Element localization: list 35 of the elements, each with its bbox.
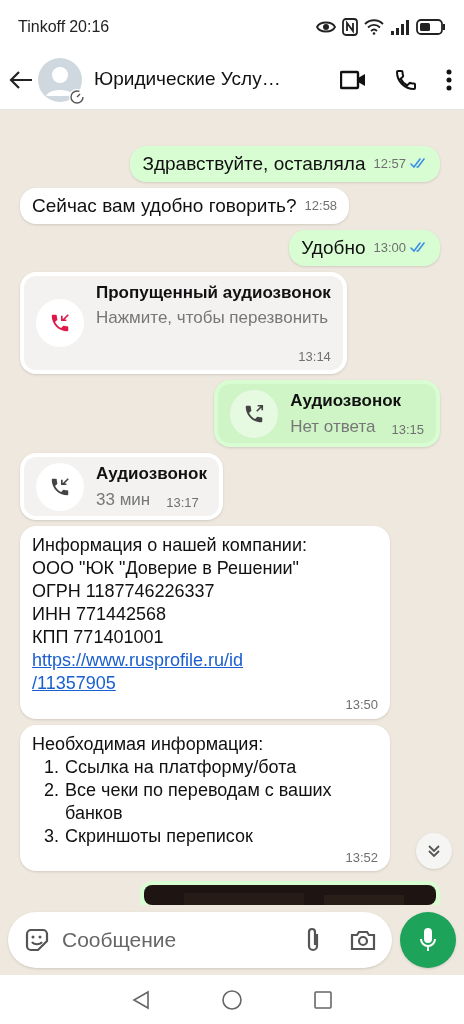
message-time: 12:57	[373, 155, 406, 173]
list-item: Скриншоты переписок	[65, 824, 253, 848]
message-line: ИНН 771442568	[32, 603, 168, 626]
clock-time: 20:16	[69, 17, 110, 37]
message-time: 13:52	[345, 848, 378, 867]
call-subtitle: 33 мин	[96, 488, 151, 511]
message-text: Сейчас вам удобно говорить?	[32, 193, 297, 218]
call-title: Аудиозвонок	[290, 390, 403, 412]
message-line: КПП 771401001	[32, 626, 165, 649]
call-subtitle: Нажмите, чтобы перезвонить	[96, 307, 330, 329]
list-number: 1.	[44, 755, 59, 779]
message-time: 13:14	[298, 347, 331, 366]
profile-link[interactable]: /11357905	[32, 672, 116, 695]
carrier-name: Tinkoff	[18, 17, 66, 37]
message-time: 12:58	[304, 197, 338, 215]
message-field[interactable]: Сообщение	[8, 912, 392, 968]
message-line: Необходимая информация:	[32, 732, 265, 756]
message-time: 13:00	[373, 239, 406, 257]
call-title: Пропущенный аудиозвонок	[96, 281, 331, 304]
message-line: ООО "ЮК "Доверие в Решении"	[32, 557, 300, 580]
profile-link[interactable]: https://www.rusprofile.ru/id	[32, 649, 244, 672]
message-line: Информация о нашей компании:	[32, 534, 308, 557]
message-time: 13:17	[166, 493, 199, 512]
list-item: Все чеки по переводам с ваших банков	[65, 778, 333, 825]
message-line: ОГРН 1187746226337	[32, 580, 216, 603]
list-number: 3.	[44, 824, 59, 848]
message-text: Удобно	[301, 235, 366, 260]
call-title: Аудиозвонок	[96, 463, 207, 485]
message-text: Здравствуйте, оставляла	[142, 151, 366, 176]
call-subtitle: Нет ответа	[290, 415, 376, 438]
message-time: 13:50	[345, 696, 378, 714]
list-number: 2.	[44, 778, 59, 802]
message-time: 13:15	[391, 420, 424, 439]
list-item: Ссылка на платформу/бота	[65, 755, 297, 779]
chat-title[interactable]: Юридические Услу…	[94, 65, 332, 94]
